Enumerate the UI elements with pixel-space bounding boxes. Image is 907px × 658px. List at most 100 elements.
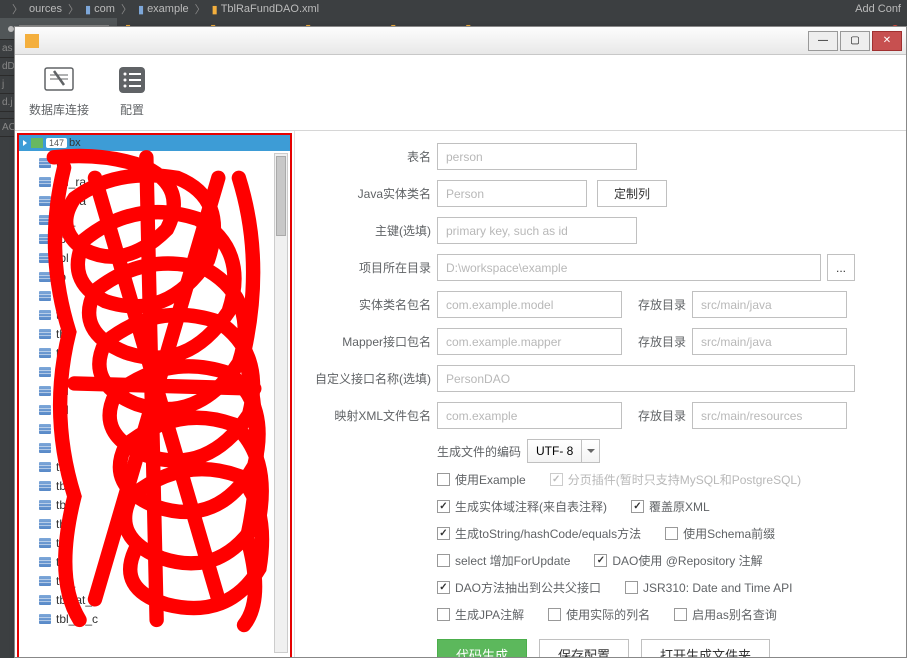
breadcrumb-item[interactable]: TblRaFundDAO.xml: [221, 3, 319, 15]
table-row[interactable]: tb: [39, 229, 290, 248]
table-icon: [39, 576, 51, 586]
breadcrumb-item[interactable]: example: [147, 3, 189, 15]
table-row[interactable]: tbl: [39, 248, 290, 267]
table-row[interactable]: tbl_at_c: [39, 609, 290, 628]
project-dir-input[interactable]: [437, 254, 821, 281]
breadcrumb-item[interactable]: com: [94, 3, 115, 15]
custom-iface-input[interactable]: [437, 365, 855, 392]
table-row[interactable]: tbl: [39, 324, 290, 343]
table-row[interactable]: tbl: [39, 362, 290, 381]
breadcrumb-bar: 〉ources 〉▮ com 〉▮ example 〉▮TblRaFundDAO…: [0, 0, 907, 18]
table-icon: [39, 424, 51, 434]
entity-pkg-input[interactable]: [437, 291, 622, 318]
table-row[interactable]: tbl: [39, 552, 290, 571]
table-row[interactable]: tbl_ra: [39, 172, 290, 191]
use-example-check[interactable]: 使用Example: [437, 471, 526, 488]
paging-check: 分页插件(暂时只支持MySQL和PostgreSQL): [550, 471, 801, 488]
dao-parent-check[interactable]: DAO方法抽出到公共父接口: [437, 579, 601, 596]
table-row[interactable]: tbl_: [39, 495, 290, 514]
generate-button[interactable]: 代码生成: [437, 639, 527, 657]
table-row[interactable]: tbl: [39, 457, 290, 476]
window-titlebar[interactable]: — ▢ ✕: [15, 27, 906, 55]
alias-query-check[interactable]: 启用as别名查询: [674, 606, 777, 623]
config-button[interactable]: 配置: [115, 63, 149, 130]
table-row[interactable]: tbl: [39, 438, 290, 457]
table-icon: [39, 386, 51, 396]
table-row[interactable]: tb: [39, 267, 290, 286]
table-row[interactable]: tb: [39, 343, 290, 362]
entity-comment-check[interactable]: 生成实体域注释(来自表注释): [437, 498, 607, 515]
mapper-dir-input[interactable]: [692, 328, 847, 355]
maximize-button[interactable]: ▢: [840, 31, 870, 51]
table-row[interactable]: tbl: [39, 305, 290, 324]
close-button[interactable]: ✕: [872, 31, 902, 51]
table-icon: [39, 500, 51, 510]
window-icon: [25, 34, 39, 48]
database-name: bx: [69, 137, 81, 149]
schema-prefix-check[interactable]: 使用Schema前缀: [665, 525, 775, 542]
table-row[interactable]: tbl_: [39, 210, 290, 229]
table-row[interactable]: tbl: [39, 533, 290, 552]
table-row[interactable]: tbl_: [39, 571, 290, 590]
table-icon: [39, 196, 51, 206]
encoding-select[interactable]: UTF- 8: [527, 439, 600, 463]
table-icon: [39, 253, 51, 263]
table-count: 147: [46, 138, 67, 148]
open-folder-button[interactable]: 打开生成文件夹: [641, 639, 770, 657]
table-icon: [39, 462, 51, 472]
database-icon: [42, 63, 76, 97]
chevron-right-icon: [23, 140, 27, 146]
table-row[interactable]: tbl_at_c: [39, 590, 290, 609]
save-config-button[interactable]: 保存配置: [539, 639, 629, 657]
table-name-input[interactable]: [437, 143, 637, 170]
table-icon: [39, 481, 51, 491]
table-row[interactable]: tbl: [39, 153, 290, 172]
table-row[interactable]: tbl: [39, 381, 290, 400]
entity-name-input[interactable]: [437, 180, 587, 207]
breadcrumb-item[interactable]: ources: [29, 3, 62, 15]
custom-columns-button[interactable]: 定制列: [597, 180, 667, 207]
dao-repo-check[interactable]: DAO使用 @Repository 注解: [594, 552, 762, 569]
table-list: tbltbl_ratbl_ratbl_tbtbltbtbtbltbltbtblt…: [19, 151, 290, 630]
table-row[interactable]: tb: [39, 286, 290, 305]
table-icon: [39, 367, 51, 377]
xml-pkg-input[interactable]: [437, 402, 622, 429]
table-row[interactable]: tb: [39, 419, 290, 438]
db-connect-button[interactable]: 数据库连接: [29, 63, 89, 130]
table-icon: [39, 234, 51, 244]
for-update-check[interactable]: select 增加ForUpdate: [437, 552, 570, 569]
table-icon: [39, 595, 51, 605]
table-icon: [39, 272, 51, 282]
pk-input[interactable]: [437, 217, 637, 244]
table-icon: [39, 158, 51, 168]
breadcrumb-right[interactable]: Add Conf: [855, 3, 901, 15]
chevron-down-icon: [581, 440, 599, 462]
table-icon: [39, 443, 51, 453]
jsr310-check[interactable]: JSR310: Date and Time API: [625, 581, 792, 595]
table-row[interactable]: tbl_: [39, 476, 290, 495]
table-icon: [39, 614, 51, 624]
scrollbar-thumb[interactable]: [276, 156, 286, 236]
dialog-window: — ▢ ✕ 数据库连接 配置 147 bx tbltbl_ratbl_ratb: [14, 26, 907, 658]
tostring-check[interactable]: 生成toString/hashCode/equals方法: [437, 525, 641, 542]
actual-cols-check[interactable]: 使用实际的列名: [548, 606, 650, 623]
left-gutter: asdDjd.jAC: [0, 40, 14, 137]
database-header[interactable]: 147 bx: [19, 135, 290, 151]
overwrite-xml-check[interactable]: 覆盖原XML: [631, 498, 710, 515]
list-icon: [115, 63, 149, 97]
scrollbar[interactable]: [274, 153, 288, 653]
table-row[interactable]: tbl_ra: [39, 191, 290, 210]
table-icon: [39, 348, 51, 358]
entity-dir-input[interactable]: [692, 291, 847, 318]
xml-dir-input[interactable]: [692, 402, 847, 429]
mapper-pkg-input[interactable]: [437, 328, 622, 355]
table-row[interactable]: tbl: [39, 400, 290, 419]
table-row[interactable]: tbl: [39, 514, 290, 533]
table-list-panel: 147 bx tbltbl_ratbl_ratbl_tbtbltbtbtbltb…: [15, 131, 295, 657]
table-icon: [39, 310, 51, 320]
table-icon: [39, 329, 51, 339]
browse-button[interactable]: ...: [827, 254, 855, 281]
minimize-button[interactable]: —: [808, 31, 838, 51]
jpa-anno-check[interactable]: 生成JPA注解: [437, 606, 524, 623]
main-toolbar: 数据库连接 配置: [15, 55, 906, 131]
